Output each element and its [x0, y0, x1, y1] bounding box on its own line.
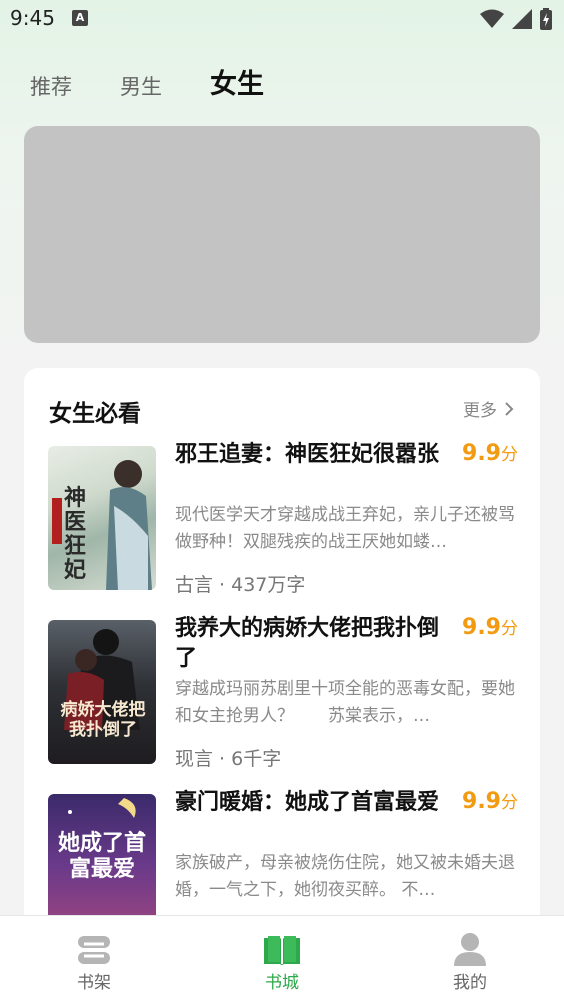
battery-icon [540, 8, 552, 30]
book-title: 豪门暖婚：她成了首富最爱 [175, 790, 440, 815]
book-cover: 神医狂妃 [48, 446, 156, 590]
banner-placeholder[interactable] [24, 126, 540, 343]
book-description: 穿越成玛丽苏剧里十项全能的恶毒女配，要她和女主抢男人？ 苏棠表示，… [175, 679, 515, 726]
chevron-right-icon [505, 401, 514, 416]
status-bar: 9:45 A [0, 0, 564, 38]
profile-icon [454, 933, 486, 966]
book-title: 邪王追妻：神医狂妃很嚣张 [175, 442, 440, 467]
book-meta: 古言 · 437万字 [175, 574, 306, 596]
book-item[interactable]: 神医狂妃 邪王追妻：神医狂妃很嚣张 9.9分 现代医学天才穿越成战王弃妃，亲儿子… [48, 441, 518, 596]
tab-female[interactable]: 女生 [210, 62, 264, 101]
nav-profile[interactable]: 我的 [376, 916, 564, 1004]
tab-male[interactable]: 男生 [120, 71, 162, 101]
cover-title: 病娇大佬把我扑倒了 [60, 700, 146, 740]
section-title: 女生必看 [49, 401, 141, 427]
notification-icon: A [72, 10, 88, 26]
tab-recommend[interactable]: 推荐 [30, 71, 72, 101]
book-cover: 她成了首富最爱 [48, 794, 156, 928]
status-time: 9:45 [10, 6, 55, 30]
bookshelf-icon [78, 936, 110, 964]
cover-title: 神医狂妃 [64, 485, 87, 583]
nav-label: 书架 [77, 973, 111, 993]
signal-icon [512, 9, 532, 29]
book-cover: 病娇大佬把我扑倒了 [48, 620, 156, 764]
book-item[interactable]: 她成了首富最爱 豪门暖婚：她成了首富最爱 9.9分 家族破产，母亲被烧伤住院，她… [48, 789, 518, 928]
book-description: 家族破产，母亲被烧伤住院，她又被未婚夫退婚，一气之下，她彻夜买醉。 不… [175, 853, 515, 900]
cover-title: 她成了首富最爱 [57, 830, 146, 882]
more-label: 更多 [463, 401, 497, 421]
section-card: 女生必看 更多 神医狂妃 邪王追妻：神医狂妃很嚣张 9.9分 现代医学天才穿越成… [24, 368, 540, 928]
book-item[interactable]: 病娇大佬把我扑倒了 我养大的病娇大佬把我扑倒了 9.9分 穿越成玛丽苏剧里十项全… [48, 615, 518, 770]
nav-label: 我的 [453, 973, 487, 993]
book-score: 9.9分 [462, 789, 518, 814]
book-score: 9.9分 [462, 615, 518, 640]
more-button[interactable]: 更多 [463, 396, 514, 421]
book-open-icon [264, 936, 300, 965]
book-title: 我养大的病娇大佬把我扑倒了 [175, 616, 440, 671]
book-description: 现代医学天才穿越成战王弃妃，亲儿子还被骂做野种！双腿残疾的战王厌她如蝼… [175, 505, 515, 552]
category-tabs: 推荐 男生 女生 [30, 62, 264, 101]
nav-bookshelf[interactable]: 书架 [0, 916, 188, 1004]
book-score: 9.9分 [462, 441, 518, 466]
book-meta: 现言 · 6千字 [175, 748, 282, 770]
nav-bookstore[interactable]: 书城 [188, 916, 376, 1004]
bottom-navigation: 书架 书城 我的 [0, 915, 564, 1004]
nav-label: 书城 [265, 973, 299, 993]
wifi-icon [480, 9, 504, 28]
